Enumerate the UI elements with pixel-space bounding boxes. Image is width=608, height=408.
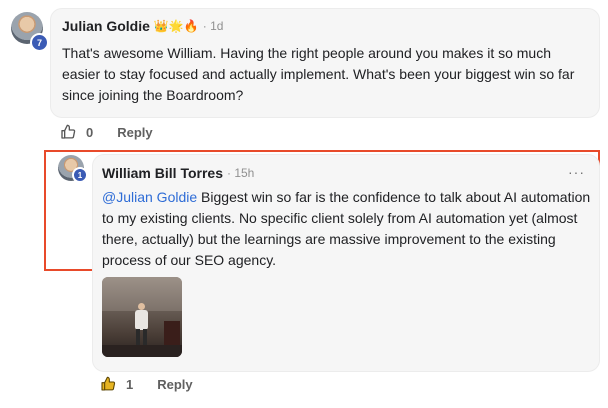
william-reply-bubble: William Bill Torres · 15h ··· @Julian Go… [92, 154, 600, 372]
julian-like-count: 0 [86, 124, 94, 140]
julian-comment-text: That's awesome William. Having the right… [62, 45, 575, 103]
william-level-badge: 1 [72, 167, 88, 183]
julian-actions: 0 Reply [60, 124, 153, 140]
mention-link[interactable]: @Julian Goldie [102, 189, 197, 205]
william-reply-text: @Julian Goldie Biggest win so far is the… [102, 187, 592, 271]
julian-timestamp[interactable]: · 1d [203, 19, 224, 33]
julian-name[interactable]: Julian Goldie [62, 18, 150, 34]
william-reply-button[interactable]: Reply [157, 377, 192, 392]
william-like-count: 1 [126, 376, 134, 392]
julian-level-badge: 7 [30, 33, 49, 52]
julian-badges: 👑🌟🔥 [153, 19, 199, 33]
william-timestamp[interactable]: · 15h [227, 166, 254, 180]
reply-image-attachment[interactable] [102, 277, 182, 357]
william-name[interactable]: William Bill Torres [102, 165, 223, 181]
more-horizontal-icon[interactable]: ··· [568, 164, 585, 180]
julian-reply-button[interactable]: Reply [117, 125, 152, 140]
julian-comment-bubble: Julian Goldie 👑🌟🔥 · 1d That's awesome Wi… [50, 8, 600, 118]
william-actions: 1 Reply [100, 376, 193, 392]
thumbs-up-filled-icon[interactable] [100, 376, 116, 392]
thumbs-up-icon[interactable] [60, 124, 76, 140]
